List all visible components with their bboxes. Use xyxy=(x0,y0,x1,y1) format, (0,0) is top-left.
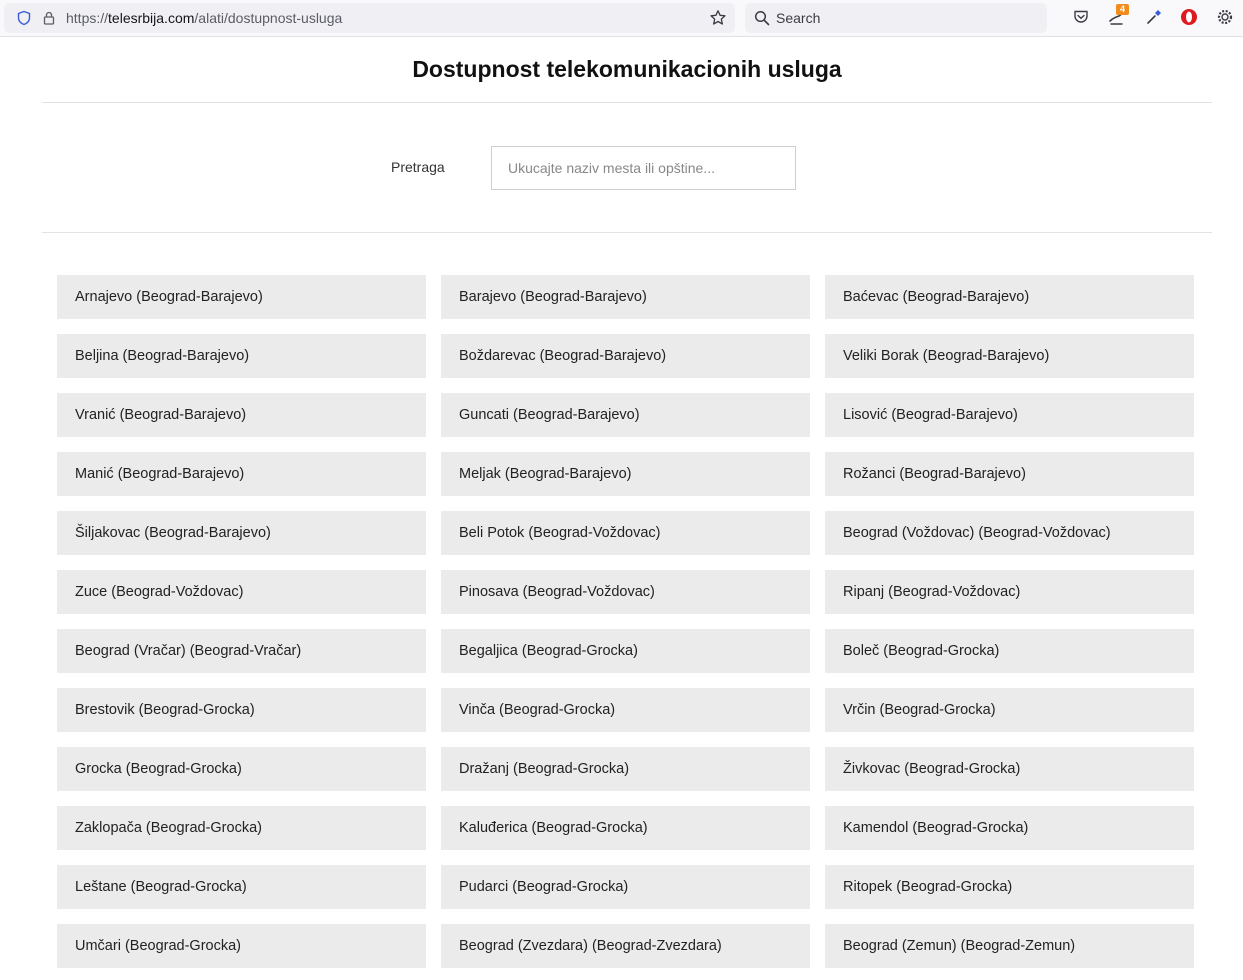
place-item[interactable]: Umčari (Beograd-Grocka) xyxy=(57,924,426,968)
place-item[interactable]: Vranić (Beograd-Barajevo) xyxy=(57,393,426,437)
places-grid: Arnajevo (Beograd-Barajevo) Barajevo (Beo… xyxy=(57,275,1194,968)
place-item[interactable]: Beograd (Vračar) (Beograd-Vračar) xyxy=(57,629,426,673)
place-item[interactable]: Meljak (Beograd-Barajevo) xyxy=(441,452,810,496)
place-item[interactable]: Veliki Borak (Beograd-Barajevo) xyxy=(825,334,1194,378)
address-bar[interactable]: https://telesrbija.com/alati/dostupnost-… xyxy=(4,3,735,33)
opera-icon[interactable] xyxy=(1180,8,1198,26)
place-item[interactable]: Beograd (Zemun) (Beograd-Zemun) xyxy=(825,924,1194,968)
place-item[interactable]: Boleč (Beograd-Grocka) xyxy=(825,629,1194,673)
place-item[interactable]: Pinosava (Beograd-Voždovac) xyxy=(441,570,810,614)
extension-badge: 4 xyxy=(1116,4,1129,15)
place-item[interactable]: Beograd (Voždovac) (Beograd-Voždovac) xyxy=(825,511,1194,555)
place-item[interactable]: Živkovac (Beograd-Grocka) xyxy=(825,747,1194,791)
place-item[interactable]: Lisović (Beograd-Barajevo) xyxy=(825,393,1194,437)
url-path: /alati/dostupnost-usluga xyxy=(194,10,343,26)
url-host: telesrbija.com xyxy=(108,10,195,26)
place-item[interactable]: Baćevac (Beograd-Barajevo) xyxy=(825,275,1194,319)
place-item[interactable]: Arnajevo (Beograd-Barajevo) xyxy=(57,275,426,319)
settings-gear-icon[interactable] xyxy=(1216,8,1234,26)
place-item[interactable]: Ripanj (Beograd-Voždovac) xyxy=(825,570,1194,614)
place-item[interactable]: Kamendol (Beograd-Grocka) xyxy=(825,806,1194,850)
place-item[interactable]: Vrčin (Beograd-Grocka) xyxy=(825,688,1194,732)
place-item[interactable]: Grocka (Beograd-Grocka) xyxy=(57,747,426,791)
search-icon xyxy=(754,10,770,26)
browser-toolbar: https://telesrbija.com/alati/dostupnost-… xyxy=(0,0,1243,37)
place-item[interactable]: Boždarevac (Beograd-Barajevo) xyxy=(441,334,810,378)
url-scheme: https:// xyxy=(66,10,109,26)
divider xyxy=(42,232,1212,233)
place-item[interactable]: Ritopek (Beograd-Grocka) xyxy=(825,865,1194,909)
place-item[interactable]: Zaklopača (Beograd-Grocka) xyxy=(57,806,426,850)
browser-search-placeholder: Search xyxy=(776,10,821,26)
url-text[interactable]: https://telesrbija.com/alati/dostupnost-… xyxy=(66,10,342,26)
tracking-protection-shield-icon[interactable] xyxy=(16,10,32,26)
place-item[interactable]: Rožanci (Beograd-Barajevo) xyxy=(825,452,1194,496)
place-item[interactable]: Šiljakovac (Beograd-Barajevo) xyxy=(57,511,426,555)
place-item[interactable]: Vinča (Beograd-Grocka) xyxy=(441,688,810,732)
page-title: Dostupnost telekomunikacionih usluga xyxy=(412,56,842,82)
place-item[interactable]: Zuce (Beograd-Voždovac) xyxy=(57,570,426,614)
place-item[interactable]: Dražanj (Beograd-Grocka) xyxy=(441,747,810,791)
place-item[interactable]: Beograd (Zvezdara) (Beograd-Zvezdara) xyxy=(441,924,810,968)
pocket-icon[interactable] xyxy=(1072,8,1090,26)
place-item[interactable]: Leštane (Beograd-Grocka) xyxy=(57,865,426,909)
place-item[interactable]: Manić (Beograd-Barajevo) xyxy=(57,452,426,496)
place-item[interactable]: Pudarci (Beograd-Grocka) xyxy=(441,865,810,909)
place-item[interactable]: Brestovik (Beograd-Grocka) xyxy=(57,688,426,732)
place-item[interactable]: Beli Potok (Beograd-Voždovac) xyxy=(441,511,810,555)
lock-icon[interactable] xyxy=(41,10,57,26)
eyedropper-icon[interactable] xyxy=(1145,8,1163,26)
place-item[interactable]: Barajevo (Beograd-Barajevo) xyxy=(441,275,810,319)
place-item[interactable]: Begaljica (Beograd-Grocka) xyxy=(441,629,810,673)
place-item[interactable]: Guncati (Beograd-Barajevo) xyxy=(441,393,810,437)
bookmark-star-icon[interactable] xyxy=(709,9,727,27)
search-label: Pretraga xyxy=(391,159,445,175)
place-item[interactable]: Kaluđerica (Beograd-Grocka) xyxy=(441,806,810,850)
place-item[interactable]: Beljina (Beograd-Barajevo) xyxy=(57,334,426,378)
divider xyxy=(42,102,1212,103)
place-search-input[interactable] xyxy=(491,146,796,190)
browser-search-bar[interactable]: Search xyxy=(745,3,1047,33)
